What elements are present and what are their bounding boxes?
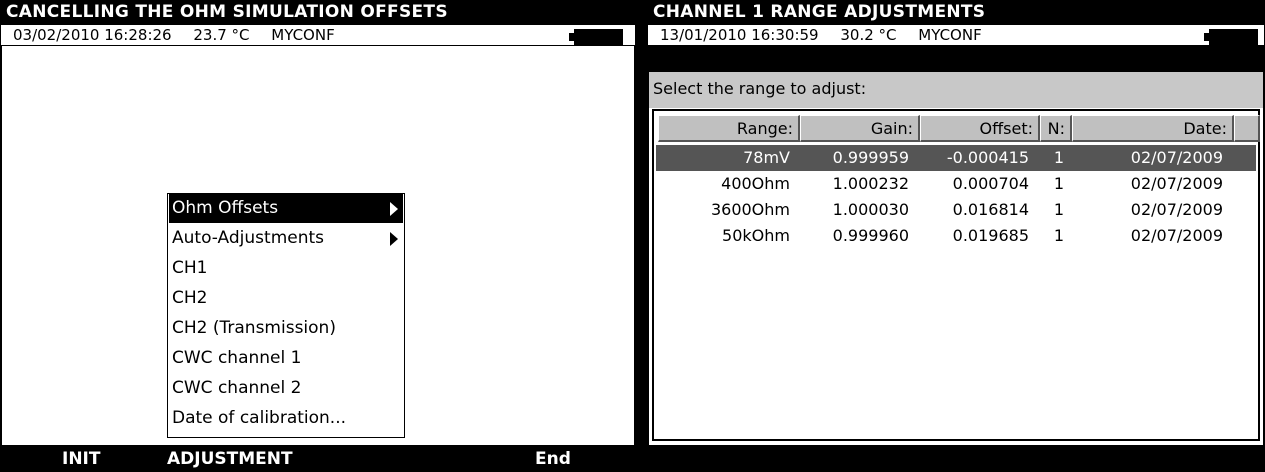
- cell-range: 78mV: [743, 148, 790, 167]
- menu-item-ohm-offsets[interactable]: Ohm Offsets: [169, 194, 403, 223]
- table-row[interactable]: 400Ohm 1.000232 0.000704 1 02/07/2009: [656, 171, 1256, 197]
- cell-date: 02/07/2009: [1130, 174, 1223, 193]
- main-area: Select the range to adjust: Range: Gain:…: [647, 72, 1265, 445]
- cell-offset: 0.019685: [952, 226, 1029, 245]
- status-config: MYCONF: [271, 26, 335, 44]
- column-header-extra: [1234, 115, 1260, 142]
- menu-item-label: CH2 (Transmission): [172, 318, 336, 338]
- cell-range: 50kOhm: [722, 226, 790, 245]
- cell-date: 02/07/2009: [1130, 148, 1223, 167]
- screen-title: CHANNEL 1 RANGE ADJUSTMENTS: [647, 0, 1265, 24]
- screen-title: CANCELLING THE OHM SIMULATION OFFSETS: [0, 0, 636, 24]
- cell-gain: 0.999960: [832, 226, 909, 245]
- status-temperature: 23.7 °C: [193, 26, 250, 44]
- cell-gain: 1.000030: [832, 200, 909, 219]
- cell-offset: 0.000704: [952, 174, 1029, 193]
- battery-icon: [569, 29, 623, 45]
- menu-item-cwc-channel-2[interactable]: CWC channel 2: [169, 374, 403, 403]
- cell-offset: -0.000415: [946, 148, 1029, 167]
- menu-item-ch2-transmission[interactable]: CH2 (Transmission): [169, 314, 403, 343]
- status-datetime: 03/02/2010 16:28:26: [13, 26, 172, 44]
- main-area: Ohm Offsets Auto-Adjustments CH1 CH2 CH2…: [0, 46, 636, 445]
- menu-item-date-of-calibration[interactable]: Date of calibration...: [169, 404, 403, 433]
- cell-n: 1: [1053, 148, 1064, 167]
- battery-icon: [1204, 29, 1258, 45]
- function-key-bar: INIT ADJUSTMENT End: [0, 445, 636, 472]
- cell-gain: 1.000232: [832, 174, 909, 193]
- range-table: Range: Gain: Offset: N: Date: 78mV 0.999…: [652, 109, 1260, 441]
- column-header-date[interactable]: Date:: [1072, 115, 1234, 142]
- column-header-gain[interactable]: Gain:: [800, 115, 920, 142]
- menu-item-label: CWC channel 2: [172, 378, 302, 398]
- menu-item-label: Auto-Adjustments: [172, 228, 325, 248]
- submenu-arrow-icon: [390, 232, 398, 246]
- status-config: MYCONF: [918, 26, 982, 44]
- status-datetime: 13/01/2010 16:30:59: [660, 26, 819, 44]
- cell-offset: 0.016814: [952, 200, 1029, 219]
- column-header-n[interactable]: N:: [1040, 115, 1072, 142]
- cell-n: 1: [1053, 200, 1064, 219]
- menu-item-ch1[interactable]: CH1: [169, 254, 403, 283]
- cell-date: 02/07/2009: [1130, 226, 1223, 245]
- left-screen: CANCELLING THE OHM SIMULATION OFFSETS 03…: [0, 0, 636, 472]
- cell-date: 02/07/2009: [1130, 200, 1223, 219]
- menu-item-ch2[interactable]: CH2: [169, 284, 403, 313]
- cell-n: 1: [1053, 174, 1064, 193]
- right-screen: CHANNEL 1 RANGE ADJUSTMENTS 13/01/2010 1…: [647, 0, 1265, 472]
- column-header-range[interactable]: Range:: [658, 115, 800, 142]
- status-bar: 03/02/2010 16:28:26 23.7 °C MYCONF: [0, 24, 636, 46]
- menu-item-auto-adjustments[interactable]: Auto-Adjustments: [169, 224, 403, 253]
- cell-range: 3600Ohm: [710, 200, 790, 219]
- menu-item-label: Ohm Offsets: [172, 198, 279, 218]
- init-key[interactable]: INIT: [62, 445, 100, 472]
- menu-item-label: CH1: [172, 258, 208, 278]
- end-key[interactable]: End: [535, 445, 571, 472]
- cell-range: 400Ohm: [721, 174, 790, 193]
- menu-item-cwc-channel-1[interactable]: CWC channel 1: [169, 344, 403, 373]
- table-row[interactable]: 78mV 0.999959 -0.000415 1 02/07/2009: [656, 145, 1256, 171]
- status-bar: 13/01/2010 16:30:59 30.2 °C MYCONF: [647, 24, 1265, 46]
- status-temperature: 30.2 °C: [840, 26, 897, 44]
- cell-gain: 0.999959: [832, 148, 909, 167]
- table-row[interactable]: 3600Ohm 1.000030 0.016814 1 02/07/2009: [656, 197, 1256, 223]
- adjustment-menu: Ohm Offsets Auto-Adjustments CH1 CH2 CH2…: [167, 193, 405, 438]
- menu-item-label: CWC channel 1: [172, 348, 302, 368]
- table-row[interactable]: 50kOhm 0.999960 0.019685 1 02/07/2009: [656, 223, 1256, 249]
- column-header-offset[interactable]: Offset:: [920, 115, 1040, 142]
- menu-item-label: Date of calibration...: [172, 408, 347, 428]
- menu-item-label: CH2: [172, 288, 208, 308]
- adjustment-key[interactable]: ADJUSTMENT: [167, 445, 293, 472]
- prompt-label: Select the range to adjust:: [649, 72, 1263, 108]
- cell-n: 1: [1053, 226, 1064, 245]
- function-key-bar: [647, 445, 1265, 472]
- submenu-arrow-icon: [390, 202, 398, 216]
